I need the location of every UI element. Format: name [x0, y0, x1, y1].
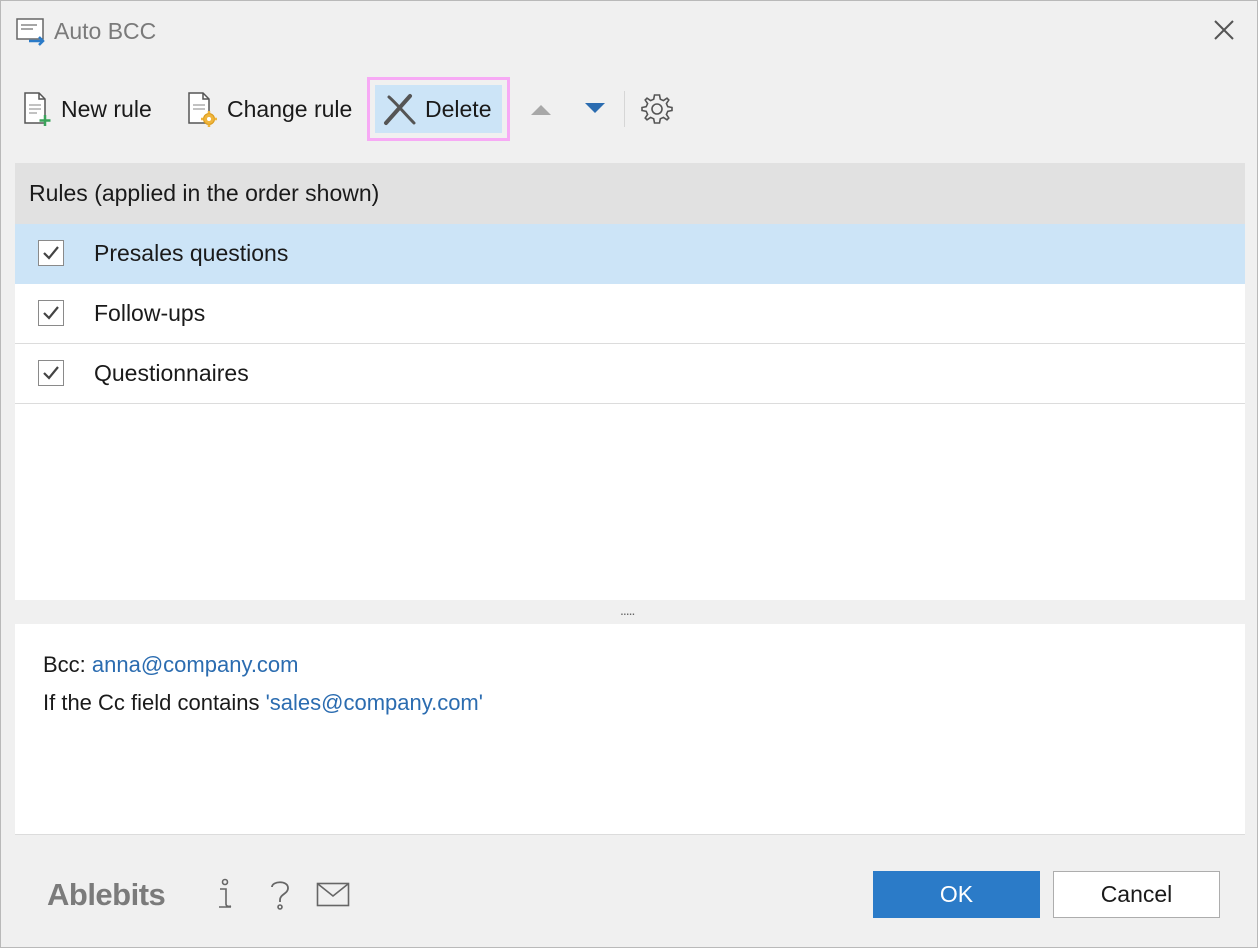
move-up-button[interactable] — [527, 77, 555, 141]
condition-value-link[interactable]: 'sales@company.com' — [266, 690, 483, 715]
rules-list-header: Rules (applied in the order shown) — [15, 163, 1245, 224]
gear-icon — [640, 92, 674, 126]
condition-line: If the Cc field contains 'sales@company.… — [43, 690, 483, 716]
bcc-line: Bcc: anna@company.com — [43, 652, 299, 678]
rule-details: Bcc: anna@company.com If the Cc field co… — [15, 624, 1245, 835]
ok-button[interactable]: OK — [873, 871, 1040, 918]
title-bar: Auto BCC — [1, 1, 1257, 61]
rule-checkbox[interactable] — [38, 240, 64, 266]
rules-list: Rules (applied in the order shown) Presa… — [15, 163, 1245, 600]
settings-button[interactable] — [639, 77, 675, 141]
ablebits-logo: Ablebits — [47, 877, 166, 912]
rule-label: Follow-ups — [94, 300, 206, 326]
delete-x-icon — [383, 92, 417, 126]
change-rule-label: Change rule — [227, 95, 353, 122]
delete-label: Delete — [425, 95, 492, 122]
help-icon[interactable] — [267, 878, 293, 915]
splitter-grip: ..... — [620, 602, 635, 618]
mail-icon[interactable] — [316, 882, 350, 913]
delete-button[interactable]: Delete — [367, 77, 510, 141]
rule-row-questionnaires[interactable]: Questionnaires — [15, 344, 1245, 404]
rule-checkbox[interactable] — [38, 360, 64, 386]
rule-label: Questionnaires — [94, 360, 249, 386]
auto-bcc-app-icon — [15, 17, 49, 47]
move-down-button[interactable] — [581, 77, 609, 141]
rule-checkbox[interactable] — [38, 300, 64, 326]
triangle-up-icon — [529, 102, 553, 116]
bcc-address-link[interactable]: anna@company.com — [92, 652, 299, 677]
panel-splitter[interactable]: ..... — [15, 600, 1245, 624]
rule-row-presales-questions[interactable]: Presales questions — [15, 224, 1245, 284]
change-rule-button[interactable]: Change rule — [185, 77, 352, 141]
document-gear-icon — [185, 91, 219, 127]
new-rule-button[interactable]: New rule — [21, 77, 152, 141]
toolbar-separator — [624, 91, 625, 127]
auto-bcc-dialog: Auto BCC New rule Change rule Delete Rul… — [0, 0, 1258, 948]
close-icon[interactable] — [1209, 15, 1239, 45]
rule-label: Presales questions — [94, 240, 289, 266]
delete-button-face: Delete — [375, 85, 502, 133]
footer: Ablebits OK Cancel — [1, 836, 1257, 947]
triangle-down-icon — [583, 102, 607, 116]
window-title: Auto BCC — [54, 18, 157, 44]
cancel-button[interactable]: Cancel — [1053, 871, 1220, 918]
condition-prefix: If the Cc field contains — [43, 690, 266, 715]
new-rule-label: New rule — [61, 95, 152, 122]
info-icon[interactable] — [213, 878, 237, 915]
rule-row-follow-ups[interactable]: Follow-ups — [15, 284, 1245, 344]
bcc-prefix: Bcc: — [43, 652, 92, 677]
toolbar: New rule Change rule Delete — [15, 77, 1245, 141]
new-document-plus-icon — [21, 91, 53, 127]
